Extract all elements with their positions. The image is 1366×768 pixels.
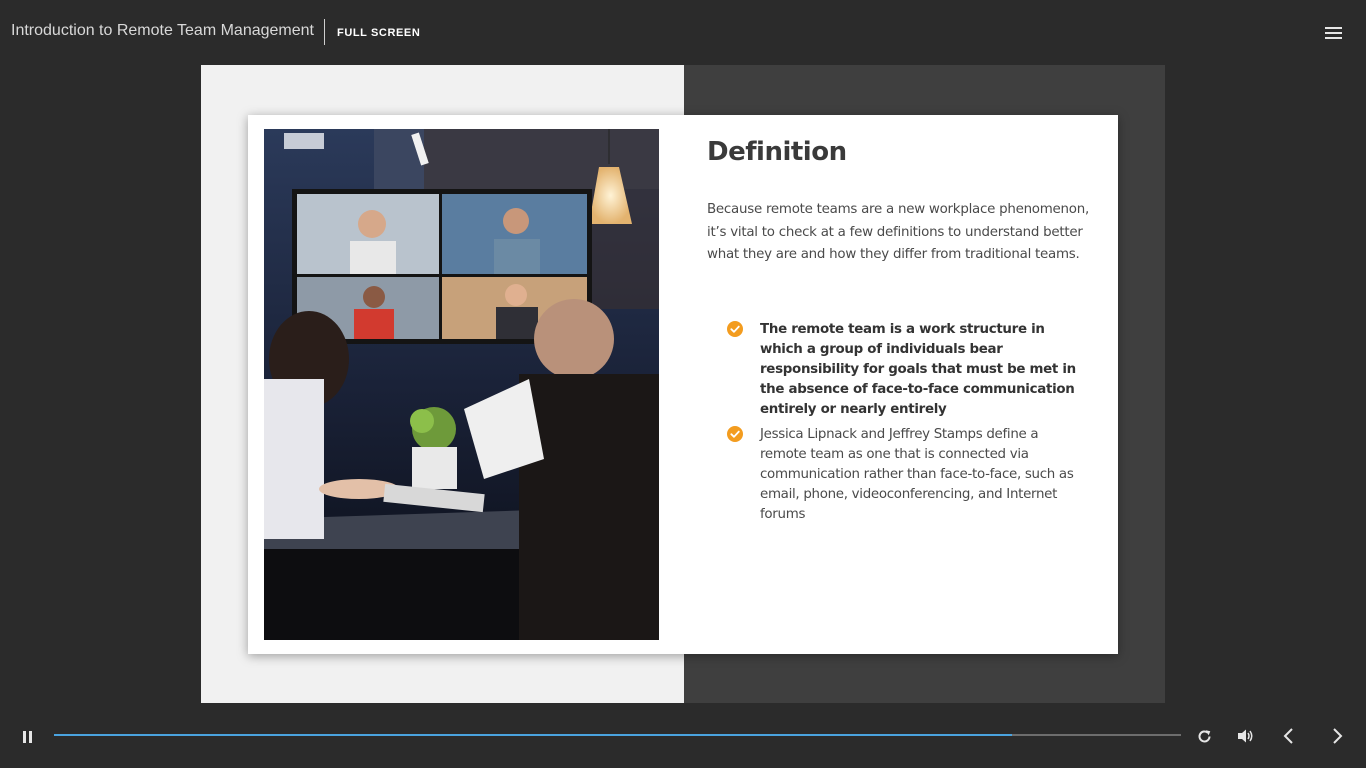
intro-paragraph: Because remote teams are a new workplace…	[707, 202, 1089, 263]
title-divider	[324, 19, 325, 45]
list-item: The remote team is a work structure in w…	[727, 320, 1087, 420]
full-screen-button[interactable]: FULL SCREEN	[337, 27, 420, 39]
checkmark-circle-icon	[727, 426, 743, 442]
pause-icon[interactable]	[20, 729, 34, 745]
content-card: Definition Because remote teams are a ne…	[248, 115, 1118, 654]
progress-bar[interactable]	[54, 734, 1181, 736]
course-title: Introduction to Remote Team Management	[11, 22, 314, 39]
next-icon[interactable]	[1330, 727, 1344, 745]
top-bar: Introduction to Remote Team Management F…	[0, 0, 1366, 65]
player-controls	[0, 703, 1366, 768]
bullet-text: The remote team is a work structure in w…	[760, 322, 1076, 417]
definition-list: The remote team is a work structure in w…	[727, 320, 1087, 530]
slide-stage: Definition Because remote teams are a ne…	[201, 65, 1165, 703]
hamburger-menu-icon[interactable]	[1323, 25, 1345, 41]
slide-heading: Definition	[707, 137, 847, 167]
volume-icon[interactable]	[1237, 728, 1255, 744]
list-item: Jessica Lipnack and Jeffrey Stamps defin…	[727, 425, 1087, 525]
replay-icon[interactable]	[1196, 728, 1213, 745]
progress-fill	[54, 734, 1012, 736]
previous-icon[interactable]	[1282, 727, 1296, 745]
checkmark-circle-icon	[727, 321, 743, 337]
bullet-text: Jessica Lipnack and Jeffrey Stamps defin…	[760, 427, 1074, 522]
video-conference-meeting-photo	[264, 129, 659, 640]
